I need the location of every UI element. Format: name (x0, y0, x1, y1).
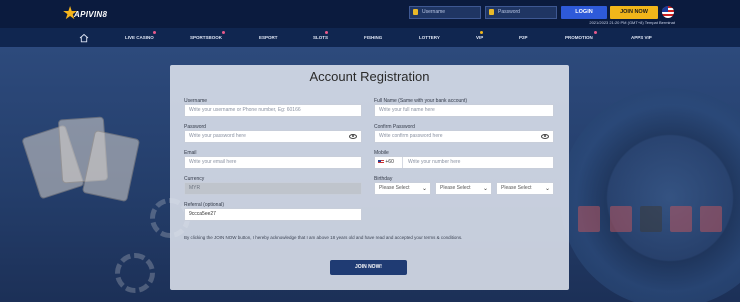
chevron-down-icon: ⌄ (482, 186, 488, 192)
chevron-down-icon: ⌄ (421, 186, 427, 192)
nav-item-p2p[interactable]: P2P (519, 28, 528, 48)
page-title: Account Registration (309, 69, 430, 84)
country-flag-icon (378, 159, 384, 164)
mobile-field[interactable]: +60 Write your number here (374, 156, 554, 169)
referral-value: 9ccca5ee27 (189, 211, 216, 217)
password-placeholder: Password (498, 9, 520, 15)
confirm-password-field[interactable]: Write confirm password here (374, 130, 554, 143)
roulette-number-decoration (700, 206, 722, 232)
currency-value: MYR (189, 185, 201, 191)
nav-badge-dot (153, 31, 156, 34)
nav-crown-icon (480, 31, 483, 34)
chevron-down-icon: ⌄ (544, 186, 550, 192)
month-select-value: Please Select (440, 185, 471, 191)
birthday-day-select[interactable]: Please Select ⌄ (496, 182, 554, 195)
nav-badge-dot (325, 31, 328, 34)
home-icon[interactable] (79, 33, 89, 43)
nav-item-lottery[interactable]: LOTTERY (419, 28, 440, 48)
password-input[interactable]: Password (485, 6, 557, 19)
username-field[interactable]: Write your username or Phone number, Eg:… (184, 104, 362, 117)
confirm-password-placeholder: Write confirm password here (379, 133, 443, 139)
year-select-value: Please Select (379, 185, 410, 191)
mobile-field-placeholder: Write your number here (408, 159, 461, 165)
lock-icon (489, 9, 494, 15)
main-nav: LIVE CASINO SPORTSBOOK ESPORT SLOTS FISH… (0, 28, 740, 48)
nav-badge-dot (594, 31, 597, 34)
roulette-wheel-decoration (560, 88, 740, 302)
playing-cards-decoration (21, 108, 141, 228)
phone-prefix-select[interactable]: +60 (375, 157, 403, 168)
username-placeholder: Username (422, 9, 446, 15)
nav-item-live-casino[interactable]: LIVE CASINO (125, 28, 154, 48)
birthday-year-select[interactable]: Please Select ⌄ (374, 182, 431, 195)
fullname-field-placeholder: Write your full name here (379, 107, 435, 113)
nav-badge-dot (222, 31, 225, 34)
nav-item-promotion[interactable]: PROMOTION (565, 28, 593, 48)
login-button[interactable]: LOGIN (561, 6, 607, 19)
roulette-number-decoration (578, 206, 600, 232)
roulette-number-decoration (640, 206, 662, 232)
nav-item-apps-vip[interactable]: APPS VIP (631, 28, 652, 48)
user-icon (413, 9, 418, 15)
language-flag-icon[interactable] (662, 6, 674, 18)
password-field-placeholder: Write your password here (189, 133, 246, 139)
email-field-placeholder: Write your email here (189, 159, 237, 165)
submit-join-now-button[interactable]: JOIN NOW! (330, 260, 407, 275)
roulette-number-decoration (670, 206, 692, 232)
currency-field: MYR (184, 182, 362, 195)
referral-field[interactable]: 9ccca5ee27 (184, 208, 362, 221)
password-field[interactable]: Write your password here (184, 130, 362, 143)
show-password-icon[interactable] (349, 134, 357, 139)
site-logo[interactable]: ★ APIVIN8 (62, 4, 108, 24)
show-confirm-password-icon[interactable] (541, 134, 549, 139)
nav-item-fishing[interactable]: FISHING (364, 28, 382, 48)
fullname-field[interactable]: Write your full name here (374, 104, 554, 117)
day-select-value: Please Select (501, 185, 532, 191)
username-field-placeholder: Write your username or Phone number, Eg:… (189, 107, 301, 113)
header-datetime: 2021/2023 21:20 PM (GMT+8) Tempat Bermin… (589, 20, 675, 25)
join-now-button[interactable]: JOIN NOW (610, 6, 658, 19)
username-input[interactable]: Username (409, 6, 481, 19)
logo-text: APIVIN8 (74, 10, 108, 19)
registration-panel: Account Registration Username Write your… (170, 65, 569, 290)
email-field[interactable]: Write your email here (184, 156, 362, 169)
chip-decoration (115, 253, 155, 293)
birthday-month-select[interactable]: Please Select ⌄ (435, 182, 492, 195)
terms-agreement-text: By clicking the JOIN NOW button, I hereb… (184, 235, 463, 240)
nav-item-esport[interactable]: ESPORT (259, 28, 278, 48)
nav-item-sportsbook[interactable]: SPORTSBOOK (190, 28, 222, 48)
phone-prefix-code: +60 (385, 159, 394, 165)
roulette-number-decoration (610, 206, 632, 232)
